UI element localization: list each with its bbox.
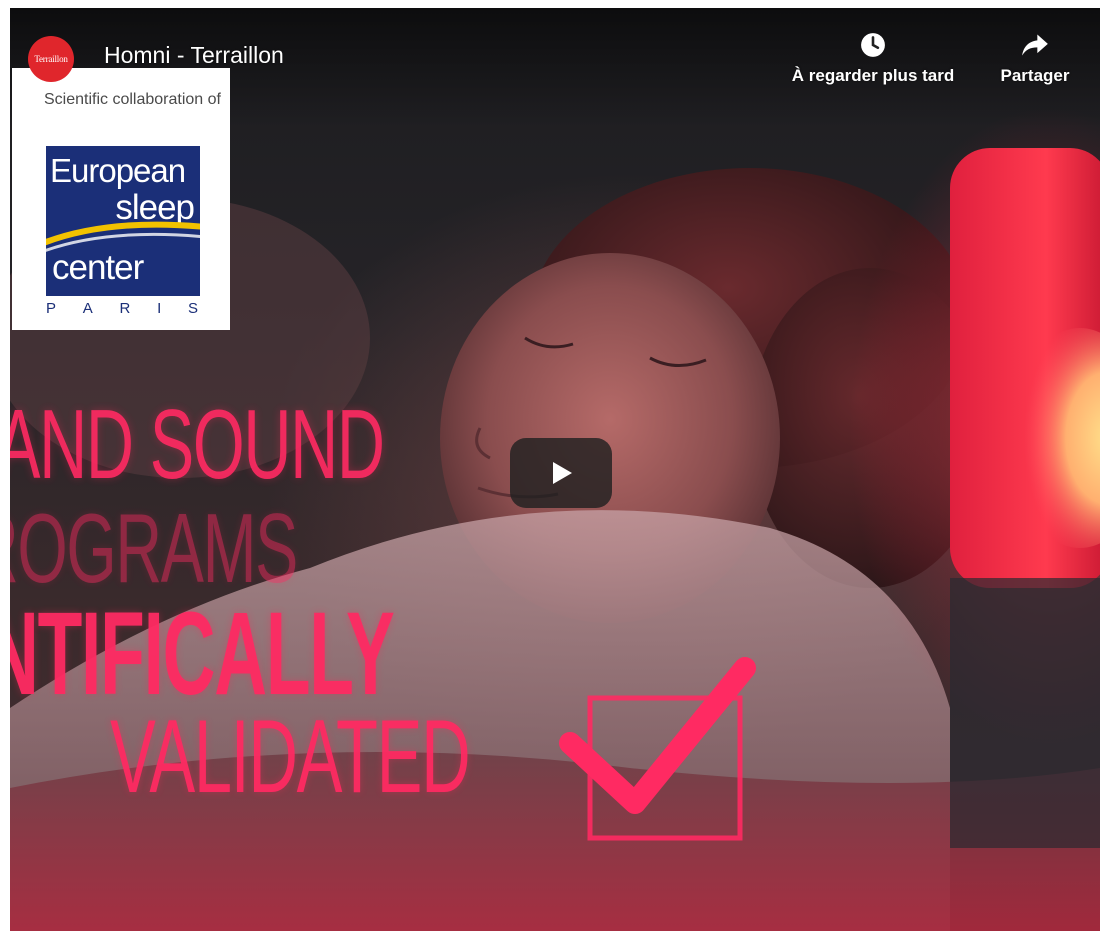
frame-text-line-1: AND SOUND: [10, 389, 385, 499]
logo-city-letter: P: [46, 300, 59, 317]
play-icon: [553, 462, 572, 484]
logo-city-letter: S: [187, 300, 200, 317]
logo-city-letter: R: [119, 300, 133, 317]
sponsor-badge: Scientific collaboration of European sle…: [12, 68, 230, 330]
logo-city-letter: A: [82, 300, 95, 317]
frame-text-line-4: VALIDATED: [110, 699, 471, 815]
share-button[interactable]: Partager: [990, 32, 1080, 86]
channel-logo-text: Terraillon: [34, 54, 68, 64]
watch-later-button[interactable]: À regarder plus tard: [778, 32, 968, 86]
video-player[interactable]: AND SOUND ROGRAMS NTIFICALLY VALIDATED S…: [10, 8, 1100, 931]
video-title-link[interactable]: Homni - Terraillon: [104, 42, 284, 69]
share-label: Partager: [1000, 66, 1070, 85]
european-sleep-center-logo: European sleep center: [46, 146, 200, 296]
watch-later-label: À regarder plus tard: [791, 66, 955, 85]
clock-icon: [861, 33, 885, 57]
logo-city: P A R I S: [46, 300, 200, 317]
share-arrow-icon: [1022, 34, 1048, 56]
play-button[interactable]: [510, 438, 612, 508]
badge-caption: Scientific collaboration of: [44, 91, 221, 108]
logo-city-letter: I: [157, 300, 164, 317]
logo-word-center: center: [52, 248, 144, 287]
channel-avatar[interactable]: Terraillon: [28, 36, 74, 82]
